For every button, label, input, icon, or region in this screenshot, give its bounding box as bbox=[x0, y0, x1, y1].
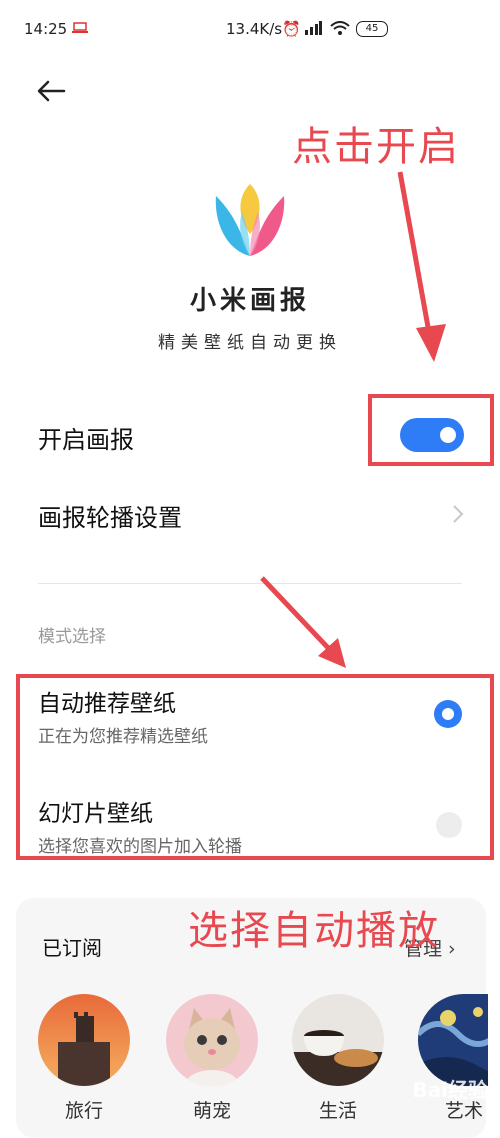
category-life[interactable] bbox=[292, 994, 384, 1086]
chevron-right-icon[interactable] bbox=[452, 504, 464, 524]
baidu-watermark: Bai经验 bbox=[412, 1078, 488, 1102]
kitten-photo-icon bbox=[166, 994, 258, 1086]
chevron-right-icon: › bbox=[442, 938, 456, 960]
highlight-box-mode bbox=[16, 674, 494, 860]
signal-icon bbox=[305, 21, 322, 35]
status-bar: 14:25 13.4K/s ⏰ 45 bbox=[0, 0, 500, 60]
enable-wallpaper-label: 开启画报 bbox=[38, 426, 134, 454]
annotation-bottom: 选择自动播放 bbox=[188, 908, 440, 954]
divider bbox=[38, 583, 462, 584]
category-label-life: 生活 bbox=[319, 1100, 358, 1122]
app-logo-tulip-icon bbox=[215, 184, 285, 256]
annotation-arrow-down bbox=[397, 171, 446, 362]
annotation-arrow-diagonal bbox=[260, 576, 346, 668]
wifi-icon bbox=[330, 21, 350, 35]
battery-indicator: 45 bbox=[356, 21, 388, 37]
category-label-travel: 旅行 bbox=[65, 1100, 104, 1122]
category-travel[interactable] bbox=[38, 994, 130, 1086]
annotation-top: 点击开启 bbox=[292, 124, 460, 170]
mode-section-label: 模式选择 bbox=[38, 627, 106, 647]
status-time: 14:25 bbox=[24, 20, 68, 38]
subscribed-title: 已订阅 bbox=[42, 936, 102, 960]
network-speed: 13.4K/s bbox=[226, 20, 283, 38]
carousel-settings-label[interactable]: 画报轮播设置 bbox=[38, 498, 182, 533]
category-pets[interactable] bbox=[166, 994, 258, 1086]
alarm-icon: ⏰ bbox=[282, 20, 301, 38]
highlight-box-toggle bbox=[368, 394, 494, 466]
notification-icon bbox=[72, 22, 88, 33]
back-arrow-icon[interactable] bbox=[34, 74, 68, 108]
castle-photo-icon bbox=[38, 994, 130, 1086]
coffee-photo-icon bbox=[292, 994, 384, 1086]
category-label-pets: 萌宠 bbox=[193, 1100, 232, 1122]
